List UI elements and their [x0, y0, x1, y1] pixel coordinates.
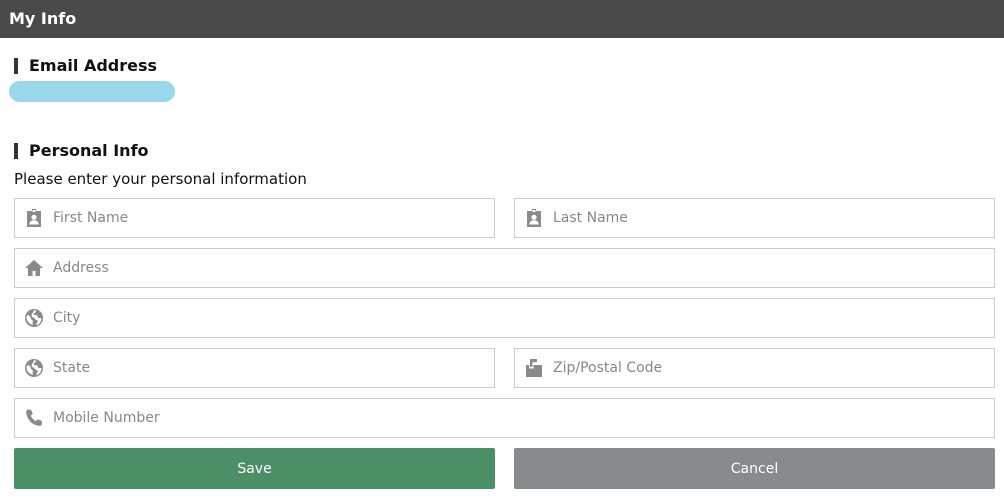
personal-info-instructions: Please enter your personal information [14, 170, 307, 188]
contact-badge-icon [524, 208, 544, 228]
city-field[interactable] [14, 298, 995, 338]
city-input[interactable] [53, 299, 227, 337]
last-name-input[interactable] [553, 199, 727, 237]
email-address-value-redacted [9, 81, 175, 102]
state-field[interactable] [14, 348, 495, 388]
globe-icon [24, 358, 44, 378]
mobile-number-field[interactable] [14, 398, 995, 438]
save-button[interactable]: Save [14, 448, 495, 489]
contact-badge-icon [24, 208, 44, 228]
mobile-number-input[interactable] [53, 399, 227, 437]
title-bar: My Info [0, 0, 1004, 38]
zip-postal-code-field[interactable] [514, 348, 995, 388]
zip-postal-code-input[interactable] [553, 349, 727, 387]
phone-icon [24, 408, 44, 428]
first-name-field[interactable] [14, 198, 495, 238]
globe-icon [24, 308, 44, 328]
mailbox-icon [524, 358, 544, 378]
address-field[interactable] [14, 248, 995, 288]
cancel-button[interactable]: Cancel [514, 448, 995, 489]
window-title: My Info [9, 9, 77, 28]
home-icon [24, 258, 44, 278]
last-name-field[interactable] [514, 198, 995, 238]
personal-info-heading: Personal Info [14, 141, 149, 161]
state-input[interactable] [53, 349, 227, 387]
address-input[interactable] [53, 249, 227, 287]
email-address-heading: Email Address [14, 56, 157, 76]
first-name-input[interactable] [53, 199, 227, 237]
